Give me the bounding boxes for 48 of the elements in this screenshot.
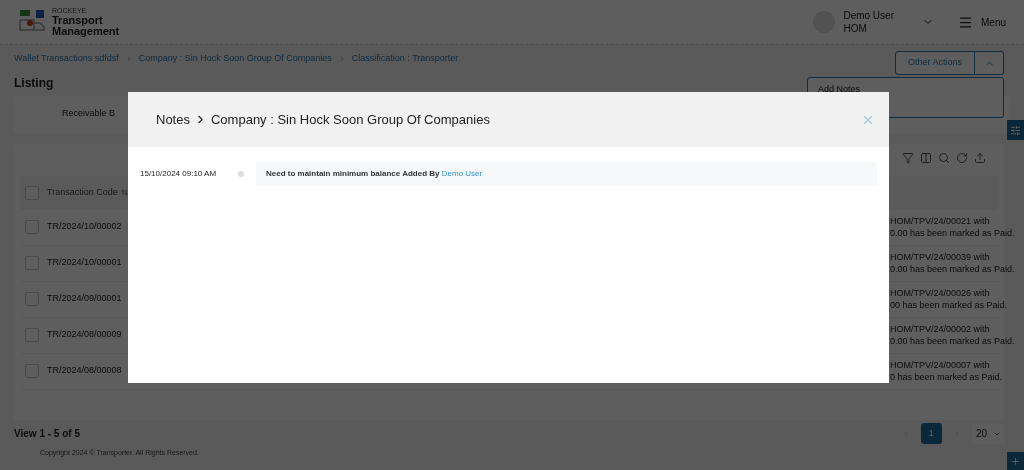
table-cell-text: HOM/TPV/24/00002 with (890, 323, 991, 335)
table-cell-text: 0.00 has been marked as Paid. (890, 263, 1016, 275)
table-cell: TR/2024/08/00009 (47, 328, 122, 342)
table-cell-text: 00 has been marked as Paid. (890, 299, 1009, 311)
table-cell: TR/2024/10/00001 (47, 256, 122, 270)
table-cell-text: HOM/TPV/24/00039 with (890, 251, 991, 263)
upload-icon[interactable] (974, 151, 986, 164)
other-actions-button[interactable]: Other Actions (894, 51, 975, 75)
table-cell: TR/2024/10/00002 (47, 220, 122, 234)
refresh-icon[interactable] (956, 151, 968, 164)
page-title: Listing (14, 74, 55, 92)
columns-icon[interactable] (920, 151, 932, 164)
table-cell: TR/2024/08/00008 (47, 364, 122, 378)
breadcrumb-link[interactable]: Company : Sin Hock Soon Group Of Companies (138, 52, 332, 66)
note-text: Need to maintain minimum balance Added By Demo User (266, 168, 483, 180)
sliders-icon (1010, 124, 1021, 136)
table-cell-text: 0.00 has been marked as Paid. (890, 335, 1016, 347)
add-button[interactable] (1007, 452, 1024, 470)
breadcrumb-link[interactable]: Classification : Transporter (351, 52, 459, 66)
column-header[interactable]: Transaction Code (47, 185, 128, 200)
brand-name: Transport (52, 15, 103, 26)
breadcrumb-link[interactable]: Wallet Transactions sdfdsf (14, 52, 119, 66)
note-timestamp: 15/10/2024 09:10 AM (140, 168, 218, 180)
settings-tab-button[interactable] (1007, 120, 1024, 140)
record-count: View 1 - 5 of 5 (14, 427, 80, 441)
user-role: HOM (843, 22, 868, 35)
page-size-select[interactable]: 20 (971, 423, 1005, 444)
user-name: Demo User (843, 9, 894, 22)
menu-item[interactable]: Add Notes (818, 83, 993, 97)
table-cell-text: HOM/TPV/24/00021 with (890, 215, 991, 227)
search-icon[interactable] (938, 151, 950, 164)
table-cell-text: HOM/TPV/24/00007 with (890, 359, 991, 371)
page-button[interactable]: 1 (920, 423, 942, 444)
menu-icon (958, 14, 973, 30)
table-cell-text: 0.00 has been marked as Paid. (890, 227, 1016, 239)
dialog-title: Company : Sin Hock Soon Group Of Companies (210, 110, 490, 129)
dialog-title: Notes (156, 110, 190, 129)
author-link[interactable]: Demo User (441, 169, 483, 178)
sort-icon (120, 189, 128, 196)
table-cell-text: HOM/TPV/24/00026 with (890, 287, 991, 299)
summary-label: Receivable B (62, 107, 116, 121)
filter-icon[interactable] (902, 151, 914, 164)
plus-icon (1010, 455, 1021, 467)
menu-button[interactable]: Menu (958, 14, 1006, 30)
brand-name: Management (52, 26, 120, 37)
table-cell-text: 0 has been marked as Paid. (890, 371, 1004, 383)
table-cell: TR/2024/09/00001 (47, 292, 122, 306)
toggle-button[interactable] (975, 51, 1004, 75)
